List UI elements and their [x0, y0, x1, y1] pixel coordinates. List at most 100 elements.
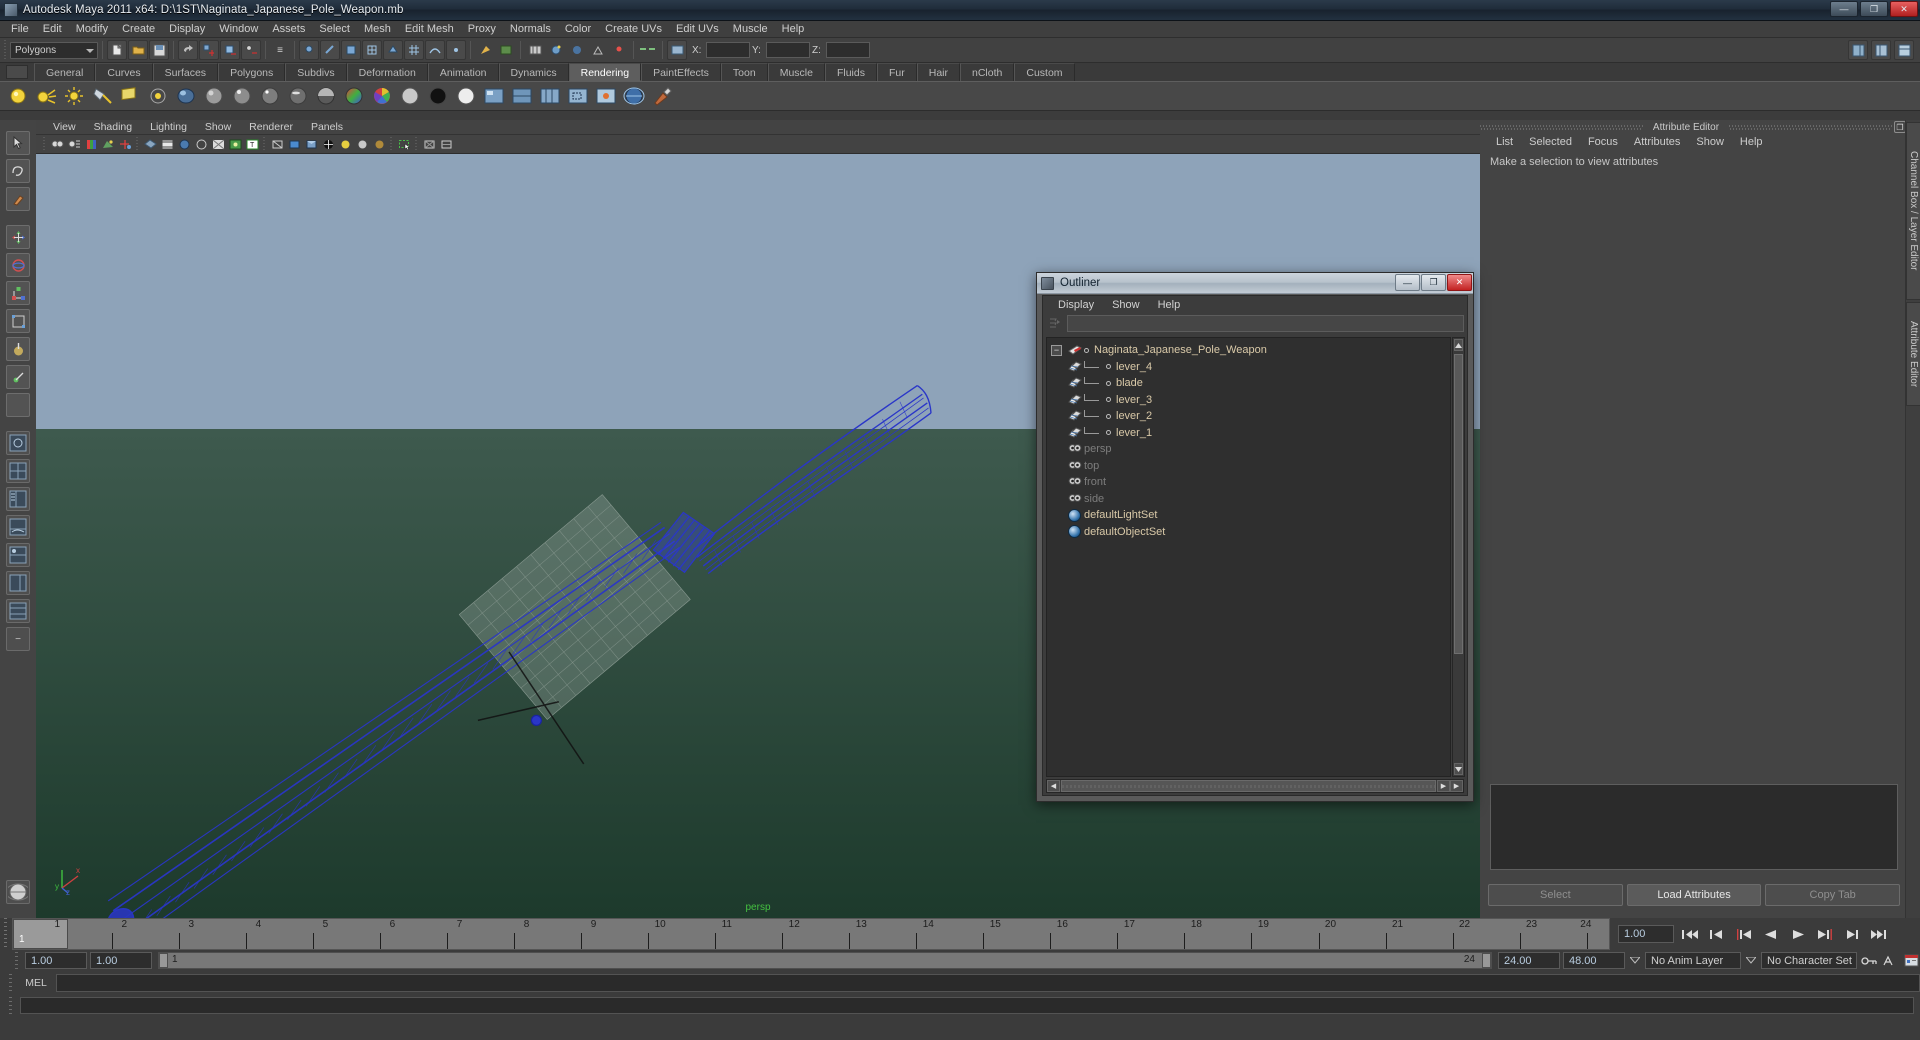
- tab-channel-box-layer-editor[interactable]: Channel Box / Layer Editor: [1906, 122, 1920, 300]
- viewport-menu-view[interactable]: View: [44, 120, 85, 135]
- range-end-time-field[interactable]: 24.00: [1498, 952, 1560, 969]
- tab-attribute-editor[interactable]: Attribute Editor: [1906, 302, 1920, 406]
- help-line-grip[interactable]: [6, 996, 16, 1014]
- range-start-time-field[interactable]: 1.00: [90, 952, 152, 969]
- outliner-row-default-light-set[interactable]: defaultLightSet: [1047, 507, 1450, 524]
- shelf-tab-ncloth[interactable]: nCloth: [960, 63, 1015, 81]
- toggle-attribute-editor-icon[interactable]: [1871, 40, 1891, 60]
- expand-collapse-icon[interactable]: −: [1051, 344, 1062, 356]
- panel-drag-dots-left[interactable]: [1480, 123, 1643, 131]
- outliner-row-front[interactable]: front: [1047, 474, 1450, 491]
- scroll-down-icon[interactable]: [1454, 763, 1463, 775]
- vp-grip-5[interactable]: [414, 137, 420, 151]
- shading-map-icon[interactable]: [454, 84, 478, 108]
- default-light-icon[interactable]: [338, 137, 353, 152]
- layout-more-button[interactable]: −: [6, 627, 30, 651]
- scroll-left-icon[interactable]: ◀: [1047, 780, 1060, 792]
- viewport-menu-panels[interactable]: Panels: [302, 120, 352, 135]
- shelf-tab-curves[interactable]: Curves: [95, 63, 153, 81]
- select-tool-button[interactable]: [6, 131, 30, 155]
- outliner-persp-layout-button[interactable]: [6, 487, 30, 511]
- area-light-icon[interactable]: [118, 84, 142, 108]
- persp-uv-layout-button[interactable]: [6, 599, 30, 623]
- menu-select[interactable]: Select: [312, 21, 357, 38]
- step-back-key-button[interactable]: [1706, 925, 1728, 943]
- ae-menu-help[interactable]: Help: [1732, 136, 1771, 148]
- batch-render-icon[interactable]: [538, 84, 562, 108]
- rotate-tool-button[interactable]: [6, 253, 30, 277]
- bookmark-icon[interactable]: [84, 137, 99, 152]
- outliner-menu-show[interactable]: Show: [1103, 299, 1149, 311]
- outliner-minimize-button[interactable]: —: [1395, 274, 1420, 291]
- ae-menu-focus[interactable]: Focus: [1580, 136, 1626, 148]
- ae-menu-list[interactable]: List: [1488, 136, 1521, 148]
- shelf-tab-scroll-icon[interactable]: [6, 65, 28, 79]
- render-globals-icon[interactable]: [510, 84, 534, 108]
- menu-window[interactable]: Window: [212, 21, 265, 38]
- outliner-menu-help[interactable]: Help: [1149, 299, 1190, 311]
- soft-modification-tool-button[interactable]: [6, 337, 30, 361]
- menu-normals[interactable]: Normals: [503, 21, 558, 38]
- select-faces-icon[interactable]: [341, 40, 361, 60]
- viewport-iconbar-grip[interactable]: [42, 137, 48, 151]
- select-uvs-icon[interactable]: [362, 40, 382, 60]
- ae-menu-show[interactable]: Show: [1688, 136, 1732, 148]
- select-hulls-icon[interactable]: [383, 40, 403, 60]
- menu-edit-uvs[interactable]: Edit UVs: [669, 21, 726, 38]
- play-forwards-button[interactable]: [1787, 925, 1809, 943]
- directional-light-icon[interactable]: [34, 84, 58, 108]
- viewport-menu-lighting[interactable]: Lighting: [141, 120, 196, 135]
- menu-assets[interactable]: Assets: [265, 21, 312, 38]
- volume-light-icon[interactable]: [146, 84, 170, 108]
- range-start-handle[interactable]: [159, 953, 168, 968]
- select-camera-icon[interactable]: [50, 137, 65, 152]
- shelf-tab-muscle[interactable]: Muscle: [767, 63, 825, 81]
- menu-edit[interactable]: Edit: [36, 21, 69, 38]
- persp-graph-layout-button[interactable]: [6, 515, 30, 539]
- select-by-hierarchy-icon[interactable]: [199, 40, 219, 60]
- animation-end-time-field[interactable]: 48.00: [1563, 952, 1625, 969]
- animation-prefs-icon[interactable]: [1902, 952, 1920, 969]
- film-gate-icon[interactable]: [160, 137, 175, 152]
- move-tool-button[interactable]: [6, 225, 30, 249]
- paint-effects-globe-button[interactable]: [6, 880, 30, 904]
- shelf-tab-animation[interactable]: Animation: [427, 63, 499, 81]
- texture-border-icon[interactable]: T: [245, 137, 260, 152]
- shelf-tab-polygons[interactable]: Polygons: [218, 63, 286, 81]
- four-view-layout-button[interactable]: [6, 459, 30, 483]
- viewport-menu-renderer[interactable]: Renderer: [240, 120, 302, 135]
- flat-shade-icon[interactable]: [304, 137, 319, 152]
- scroll-up-icon[interactable]: [1454, 339, 1463, 351]
- two-d-pan-zoom-icon[interactable]: [118, 137, 133, 152]
- outliner-titlebar[interactable]: Outliner — ❐ ✕: [1037, 273, 1473, 294]
- outliner-row-top[interactable]: top: [1047, 458, 1450, 475]
- render-settings-shelf-icon[interactable]: [482, 84, 506, 108]
- z-field[interactable]: [826, 42, 870, 58]
- render-region-icon[interactable]: [566, 84, 590, 108]
- step-back-frame-button[interactable]: [1733, 925, 1755, 943]
- load-attributes-button[interactable]: Load Attributes: [1626, 884, 1762, 906]
- shelf-tab-toon[interactable]: Toon: [720, 63, 768, 81]
- menu-mesh[interactable]: Mesh: [357, 21, 398, 38]
- hypershade-persp-layout-button[interactable]: [6, 543, 30, 567]
- menu-create[interactable]: Create: [115, 21, 162, 38]
- camera-attributes-icon[interactable]: [67, 137, 82, 152]
- shelf-tab-surfaces[interactable]: Surfaces: [152, 63, 219, 81]
- textured-display-icon[interactable]: [211, 137, 226, 152]
- undo-icon[interactable]: [178, 40, 198, 60]
- blinn-material-icon[interactable]: [230, 84, 254, 108]
- ramp-shader-icon[interactable]: [342, 84, 366, 108]
- isolate-select-icon[interactable]: [397, 137, 412, 152]
- toggle-channel-box-icon[interactable]: [1848, 40, 1868, 60]
- panel-drag-dots-right[interactable]: [1729, 123, 1892, 131]
- animation-start-time-field[interactable]: 1.00: [25, 952, 87, 969]
- render-settings-icon[interactable]: [546, 40, 566, 60]
- outliner-row-lever-1[interactable]: lever_1: [1047, 425, 1450, 442]
- lighting-display-icon[interactable]: [228, 137, 243, 152]
- menu-create-uvs[interactable]: Create UVs: [598, 21, 669, 38]
- shelf-tab-deformation[interactable]: Deformation: [346, 63, 428, 81]
- render-current-frame-icon[interactable]: [496, 40, 516, 60]
- phong-material-icon[interactable]: [258, 84, 282, 108]
- outliner-row-lever-4[interactable]: lever_4: [1047, 359, 1450, 376]
- construction-history-icon[interactable]: [475, 40, 495, 60]
